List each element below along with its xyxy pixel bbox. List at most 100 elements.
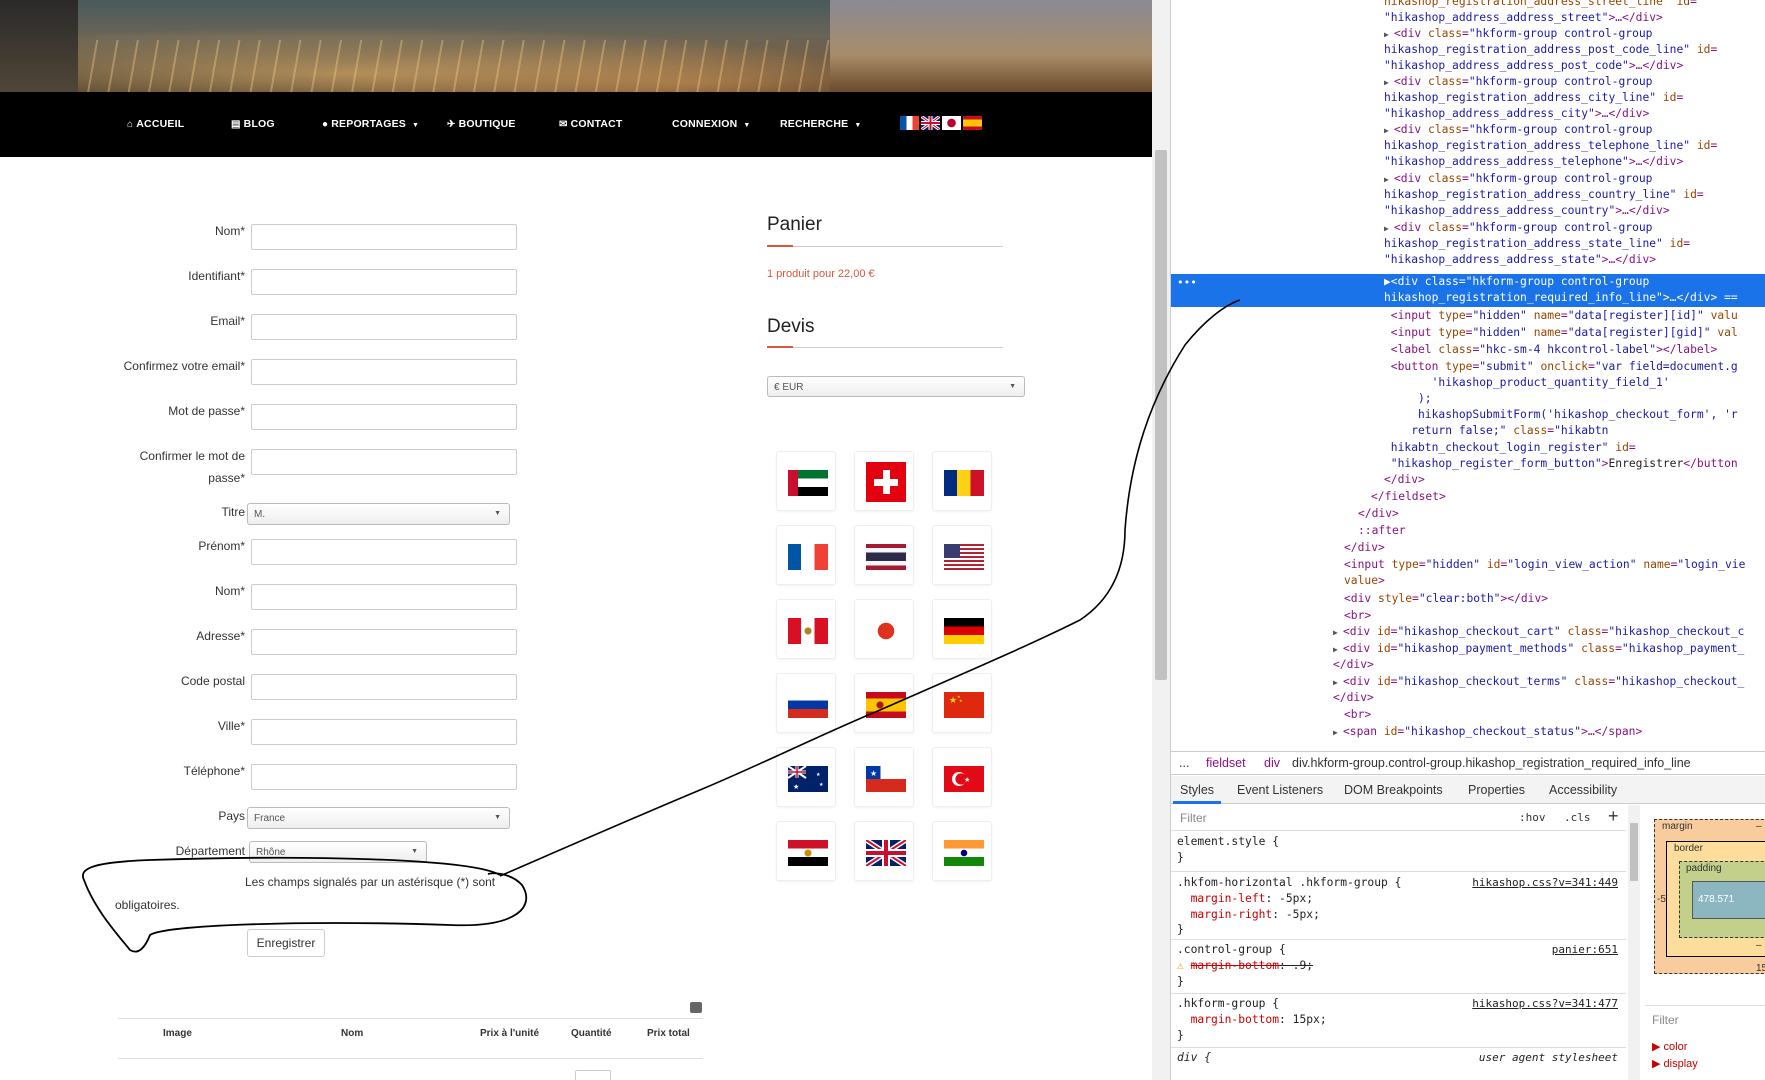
rule-source-link[interactable]: hikashop.css?v=341:477 [1472, 997, 1618, 1010]
currency-flag-egp[interactable] [776, 821, 836, 881]
dom-line[interactable]: "hikashop_address_address_country">…</di… [1384, 203, 1670, 219]
dom-line[interactable]: </fieldset> [1371, 489, 1446, 505]
dom-line[interactable]: <br> [1344, 707, 1371, 723]
dom-line[interactable]: ▶ <span id="hikashop_checkout_status">…</… [1333, 724, 1642, 741]
css-rule[interactable]: element.style { } [1171, 832, 1626, 872]
printer-icon[interactable] [690, 1002, 702, 1013]
dom-line[interactable]: <input type="hidden" name="data[register… [1384, 325, 1738, 341]
dom-line[interactable]: hikashop_registration_address_telephone_… [1384, 138, 1717, 154]
identifiant-input[interactable] [251, 269, 517, 295]
confirm-email-input[interactable] [251, 359, 517, 385]
dom-line[interactable]: "hikashop_address_address_post_code">…</… [1384, 58, 1683, 74]
nav-recherche[interactable]: RECHERCHE ▼ [780, 118, 861, 130]
dom-line[interactable]: </div> [1333, 690, 1374, 706]
prenom-input[interactable] [251, 539, 517, 565]
computed-prop-display[interactable]: ▶ display [1652, 1057, 1698, 1070]
dom-line[interactable]: </div> [1358, 506, 1399, 522]
register-button[interactable]: Enregistrer [247, 929, 325, 957]
nav-accueil[interactable]: ⌂ ACCUEIL [127, 118, 184, 130]
dom-line[interactable]: ▶ <div id="hikashop_payment_methods" clas… [1333, 641, 1744, 658]
nav-blog[interactable]: ▤ BLOG [231, 118, 275, 130]
dom-line[interactable]: <label class="hkc-sm-4 hkcontrol-label">… [1384, 342, 1718, 358]
nav-boutique[interactable]: ✈ BOUTIQUE [447, 118, 516, 130]
currency-flag-aud[interactable]: ★ ★ ★ [776, 747, 836, 807]
breadcrumb-div[interactable]: div [1264, 756, 1280, 770]
currency-flag-rub[interactable] [776, 673, 836, 733]
currency-flag-eur-de[interactable] [932, 599, 992, 659]
currency-flag-eur-es[interactable] [854, 673, 914, 733]
confirm-password-input[interactable] [251, 449, 517, 475]
scrollbar-thumb[interactable] [1155, 150, 1167, 680]
french-flag-icon[interactable] [900, 116, 919, 130]
dom-line[interactable]: return false;" class="hikabtn [1384, 423, 1608, 439]
code-postal-input[interactable] [251, 674, 517, 700]
css-rule[interactable]: div { user agent stylesheet [1171, 1048, 1626, 1080]
quantity-input[interactable] [575, 1070, 611, 1080]
currency-flag-aed[interactable] [776, 451, 836, 511]
nom-input[interactable] [251, 224, 517, 250]
css-rule[interactable]: .hkfom-horizontal .hkform-group { hikash… [1171, 872, 1626, 940]
dom-line[interactable]: <input type="hidden" name="data[register… [1384, 308, 1738, 324]
dom-line[interactable]: "hikashop_address_address_state">…</div> [1384, 252, 1656, 268]
computed-filter-input[interactable]: Filter [1652, 1013, 1679, 1027]
dom-line[interactable]: ▶ <div class="hkform-group control-group [1384, 74, 1652, 91]
dom-line[interactable]: hikashop_registration_address_street_lin… [1384, 0, 1697, 10]
dom-line[interactable]: <input type="hidden" id="login_view_acti… [1344, 557, 1745, 573]
styles-filter-input[interactable]: Filter [1180, 811, 1207, 825]
dom-line[interactable]: hikabtn_checkout_login_register" id= [1384, 440, 1636, 456]
nav-contact[interactable]: ✉ CONTACT [559, 118, 623, 130]
tab-event-listeners[interactable]: Event Listeners [1237, 783, 1323, 797]
dom-line[interactable]: ▶ <div class="hkform-group control-group [1384, 220, 1652, 237]
dom-line[interactable]: </div> [1344, 540, 1385, 556]
dom-line[interactable]: value> [1344, 573, 1385, 589]
dom-line[interactable]: hikashop_registration_address_post_code_… [1384, 42, 1717, 58]
uk-flag-icon[interactable] [921, 116, 940, 130]
password-input[interactable] [251, 404, 517, 430]
cls-toggle[interactable]: .cls [1564, 811, 1591, 824]
rule-source-link[interactable]: hikashop.css?v=341:449 [1472, 876, 1618, 889]
tab-styles[interactable]: Styles [1180, 783, 1214, 797]
breadcrumb-ellipsis[interactable]: ... [1179, 756, 1189, 770]
dom-line[interactable]: <br> [1344, 608, 1371, 624]
cart-summary-link[interactable]: 1 produit pour 22,00 € [767, 268, 875, 280]
currency-flag-clp[interactable]: ★ [854, 747, 914, 807]
css-rule[interactable]: .hkform-group { hikashop.css?v=341:477 m… [1171, 994, 1626, 1048]
telephone-input[interactable] [251, 764, 517, 790]
currency-flag-cny[interactable]: ★ ★ ★ [932, 673, 992, 733]
dom-line[interactable]: hikashop_registration_address_city_line"… [1384, 90, 1683, 106]
dom-line[interactable]: hikashop_registration_address_country_li… [1384, 187, 1704, 203]
dom-line[interactable]: "hikashop_address_address_city">…</div> [1384, 106, 1649, 122]
css-rule[interactable]: .control-group { panier:651 ⚠ margin-bot… [1171, 940, 1626, 994]
computed-prop-color[interactable]: ▶ color [1652, 1040, 1687, 1053]
dom-line[interactable]: ::after [1358, 523, 1406, 539]
departement-select[interactable]: Rhône ▼ [249, 841, 427, 863]
dom-line[interactable]: ▶ <div id="hikashop_checkout_cart" class=… [1333, 624, 1744, 641]
currency-flag-gbp[interactable] [854, 821, 914, 881]
japanese-flag-icon[interactable] [942, 116, 961, 130]
page-scrollbar[interactable] [1152, 0, 1170, 1080]
ville-input[interactable] [251, 719, 517, 745]
nav-connexion[interactable]: CONNEXION ▼ [672, 118, 751, 130]
dom-line[interactable]: <div style="clear:both"></div> [1344, 591, 1548, 607]
currency-flag-usd[interactable] [932, 525, 992, 585]
pays-select[interactable]: France ▼ [247, 807, 510, 829]
hov-toggle[interactable]: :hov [1519, 811, 1546, 824]
dom-line[interactable]: ▶ <div class="hkform-group control-group [1384, 122, 1652, 139]
dom-line[interactable]: <button type="submit" onclick="var field… [1384, 359, 1738, 375]
add-rule-icon[interactable]: + [1608, 806, 1619, 827]
email-input[interactable] [251, 314, 517, 340]
currency-flag-try[interactable]: ★ [932, 747, 992, 807]
adresse-input[interactable] [251, 629, 517, 655]
rule-source-link[interactable]: panier:651 [1552, 943, 1618, 956]
breadcrumb-selected[interactable]: div.hkform-group.control-group.hikashop_… [1292, 756, 1691, 770]
dom-line[interactable]: 'hikashop_product_quantity_field_1' [1384, 375, 1670, 391]
dom-line[interactable]: "hikashop_address_address_telephone">…</… [1384, 154, 1683, 170]
dom-line[interactable]: </div> [1384, 472, 1425, 488]
currency-flag-chf[interactable] [854, 451, 914, 511]
breadcrumb-fieldset[interactable]: fieldset [1206, 756, 1246, 770]
currency-flag-thb[interactable] [854, 525, 914, 585]
spanish-flag-icon[interactable] [963, 116, 982, 130]
dom-line[interactable]: ▶ <div id="hikashop_checkout_terms" class… [1333, 674, 1744, 691]
more-icon[interactable]: ••• [1177, 276, 1197, 289]
currency-select[interactable]: € EUR ▼ [767, 376, 1025, 397]
